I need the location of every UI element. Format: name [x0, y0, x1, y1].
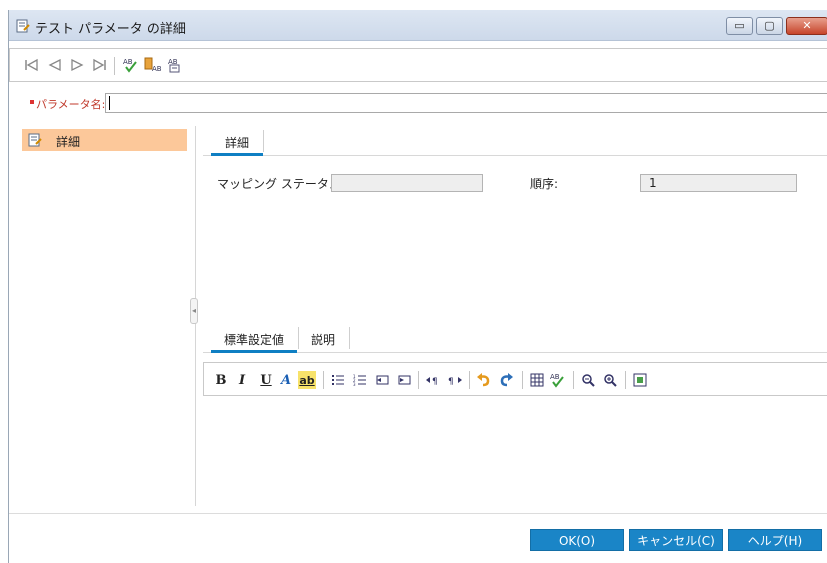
insert-table-icon[interactable] [528, 371, 546, 389]
text-caret [109, 96, 110, 110]
parameter-name-row: パラメータ名: [9, 90, 827, 116]
svg-text:AB: AB [123, 58, 133, 66]
redo-icon[interactable] [497, 371, 515, 389]
tab-separator [349, 327, 350, 349]
toolbar-separator [625, 371, 626, 389]
value-tab-strip: 標準設定値 説明 [203, 323, 827, 353]
zoom-in-icon[interactable] [601, 371, 619, 389]
sidebar-item-details[interactable]: 詳細 [22, 129, 187, 151]
dialog-window: テスト パラメータ の詳細 ▭ ▢ ✕ AB AB AB パラメータ名: 詳細 … [8, 10, 827, 563]
italic-button[interactable]: I [236, 371, 248, 389]
collapse-sidebar-handle[interactable]: ◂ [190, 298, 198, 324]
main-toolbar: AB AB AB [9, 48, 827, 82]
tab-description[interactable]: 説明 [303, 323, 343, 353]
spelling-options-icon[interactable]: AB [166, 56, 184, 74]
right-to-left-icon[interactable]: ¶ [446, 371, 464, 389]
order-label: 順序: [530, 177, 559, 191]
mapping-status-label: マッピング ステータス: [217, 177, 345, 191]
tab-separator [263, 130, 264, 152]
rich-text-toolbar: B I U A ab 123 ¶ ¶ AB [203, 362, 827, 396]
highlight-button[interactable]: ab [298, 371, 316, 389]
increase-indent-icon[interactable] [396, 371, 412, 389]
spell-check-icon[interactable]: AB [122, 56, 140, 74]
svg-text:AB: AB [152, 65, 162, 73]
parameter-name-label: パラメータ名: [36, 98, 106, 111]
next-record-icon[interactable] [68, 56, 86, 74]
window-title: テスト パラメータ の詳細 [35, 22, 186, 37]
sidebar-item-label: 詳細 [56, 135, 81, 149]
cancel-button[interactable]: キャンセル(C) [629, 529, 723, 551]
undo-icon[interactable] [475, 371, 493, 389]
bulleted-list-icon[interactable] [330, 371, 346, 389]
svg-text:3: 3 [353, 382, 356, 387]
bold-button[interactable]: B [214, 371, 228, 389]
toolbar-separator [469, 371, 470, 389]
details-window-icon [16, 19, 30, 33]
title-bar: テスト パラメータ の詳細 ▭ ▢ ✕ [9, 10, 827, 41]
numbered-list-icon[interactable]: 123 [352, 371, 368, 389]
minimize-button[interactable]: ▭ [726, 17, 753, 35]
zoom-out-icon[interactable] [579, 371, 597, 389]
ok-button[interactable]: OK(O) [530, 529, 624, 551]
svg-text:AB: AB [550, 373, 560, 381]
details-tab-strip: 詳細 [203, 126, 827, 156]
spell-check-icon[interactable]: AB [549, 371, 567, 389]
toolbar-separator [522, 371, 523, 389]
tab-separator [298, 327, 299, 349]
decrease-indent-icon[interactable] [374, 371, 390, 389]
toolbar-separator [418, 371, 419, 389]
tab-details[interactable]: 詳細 [211, 126, 263, 156]
footer-divider [9, 513, 827, 514]
parameter-name-input[interactable] [105, 93, 827, 113]
svg-text:¶: ¶ [448, 377, 454, 386]
tab-default-value[interactable]: 標準設定値 [211, 323, 297, 353]
toolbar-separator [573, 371, 574, 389]
details-icon [28, 133, 42, 147]
font-color-button[interactable]: A [279, 371, 293, 389]
previous-record-icon[interactable] [46, 56, 64, 74]
fullscreen-icon[interactable] [631, 371, 649, 389]
order-field: 1 [640, 174, 797, 192]
sidebar: 詳細 [9, 126, 195, 506]
toolbar-separator [114, 57, 115, 75]
required-marker [30, 100, 34, 104]
first-record-icon[interactable] [23, 56, 41, 74]
thesaurus-icon[interactable]: AB [144, 56, 162, 74]
toolbar-separator [323, 371, 324, 389]
underline-button[interactable]: U [259, 371, 273, 389]
last-record-icon[interactable] [90, 56, 108, 74]
maximize-button[interactable]: ▢ [756, 17, 783, 35]
mapping-status-field [331, 174, 483, 192]
svg-text:¶: ¶ [432, 377, 438, 386]
help-button[interactable]: ヘルプ(H) [728, 529, 822, 551]
left-to-right-icon[interactable]: ¶ [424, 371, 442, 389]
close-button[interactable]: ✕ [786, 17, 827, 35]
